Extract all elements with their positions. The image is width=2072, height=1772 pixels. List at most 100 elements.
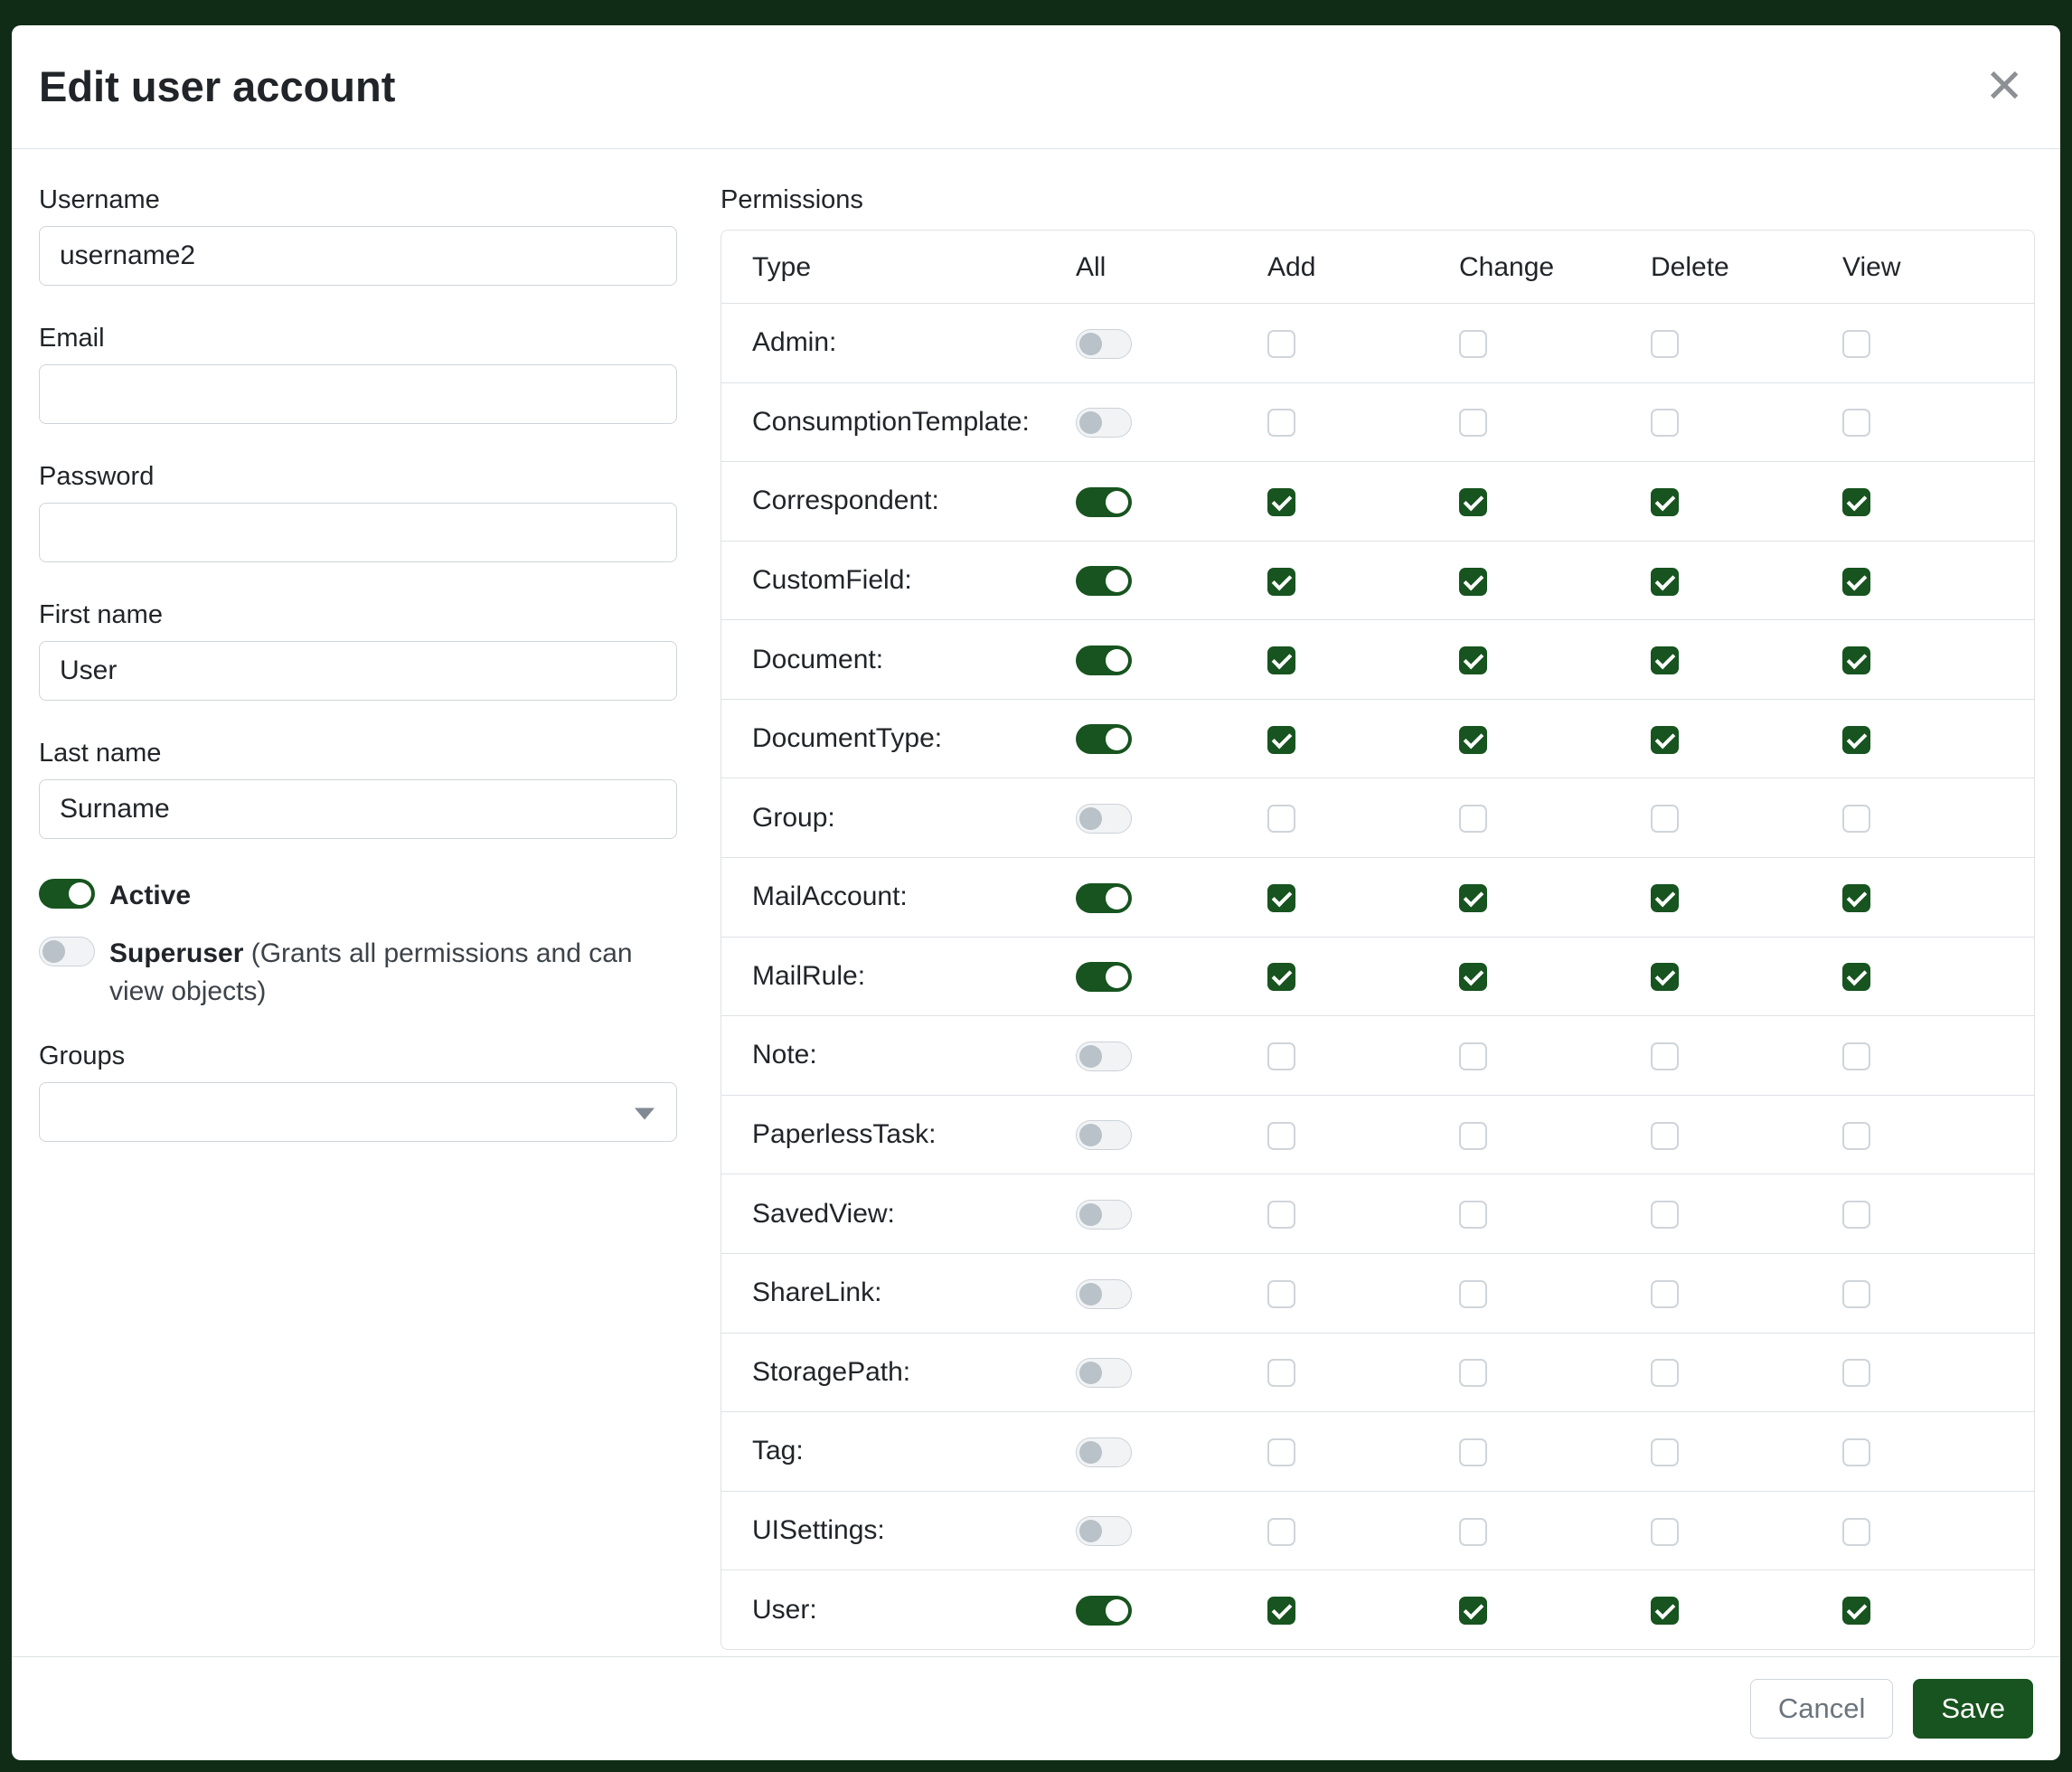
permission-checkbox-add[interactable] <box>1267 1597 1295 1625</box>
close-icon[interactable]: ✕ <box>1979 63 2030 110</box>
permission-checkbox-change[interactable] <box>1459 963 1487 991</box>
permission-checkbox-view[interactable] <box>1842 1122 1870 1150</box>
permission-toggle-all[interactable] <box>1076 646 1132 675</box>
permission-checkbox-add[interactable] <box>1267 568 1295 596</box>
permission-checkbox-change[interactable] <box>1459 1438 1487 1466</box>
permission-checkbox-view[interactable] <box>1842 1280 1870 1308</box>
email-input[interactable] <box>39 364 677 424</box>
permission-checkbox-add[interactable] <box>1267 1438 1295 1466</box>
permission-checkbox-delete[interactable] <box>1651 726 1679 754</box>
permission-toggle-all[interactable] <box>1076 724 1132 754</box>
permission-checkbox-change[interactable] <box>1459 1280 1487 1308</box>
permission-checkbox-view[interactable] <box>1842 1518 1870 1546</box>
permission-checkbox-delete[interactable] <box>1651 805 1679 833</box>
permission-checkbox-delete[interactable] <box>1651 330 1679 358</box>
permission-checkbox-view[interactable] <box>1842 1359 1870 1387</box>
permission-checkbox-change[interactable] <box>1459 884 1487 912</box>
permission-checkbox-delete[interactable] <box>1651 488 1679 516</box>
permission-checkbox-change[interactable] <box>1459 805 1487 833</box>
permission-checkbox-add[interactable] <box>1267 1122 1295 1150</box>
permission-toggle-all[interactable] <box>1076 1437 1132 1467</box>
permission-checkbox-delete[interactable] <box>1651 1201 1679 1229</box>
permission-checkbox-change[interactable] <box>1459 488 1487 516</box>
permission-checkbox-add[interactable] <box>1267 1201 1295 1229</box>
permission-checkbox-delete[interactable] <box>1651 1042 1679 1070</box>
permission-checkbox-add[interactable] <box>1267 488 1295 516</box>
permission-checkbox-change[interactable] <box>1459 1122 1487 1150</box>
permission-toggle-all[interactable] <box>1076 329 1132 359</box>
permission-checkbox-view[interactable] <box>1842 488 1870 516</box>
permission-toggle-all[interactable] <box>1076 1358 1132 1388</box>
permission-toggle-all[interactable] <box>1076 1200 1132 1230</box>
permission-checkbox-view[interactable] <box>1842 1438 1870 1466</box>
superuser-toggle[interactable] <box>39 937 95 966</box>
password-input[interactable] <box>39 503 677 562</box>
permission-toggle-all[interactable] <box>1076 1279 1132 1309</box>
permission-toggle-all[interactable] <box>1076 962 1132 992</box>
permission-checkbox-change[interactable] <box>1459 1518 1487 1546</box>
permission-checkbox-add[interactable] <box>1267 409 1295 437</box>
permission-checkbox-delete[interactable] <box>1651 1359 1679 1387</box>
permission-checkbox-add[interactable] <box>1267 726 1295 754</box>
active-toggle[interactable] <box>39 879 95 909</box>
modal-title: Edit user account <box>39 63 395 110</box>
permission-checkbox-view[interactable] <box>1842 1042 1870 1070</box>
permission-checkbox-view[interactable] <box>1842 963 1870 991</box>
permission-checkbox-change[interactable] <box>1459 726 1487 754</box>
permission-checkbox-change[interactable] <box>1459 1042 1487 1070</box>
permission-row: StoragePath: <box>721 1333 2034 1412</box>
permission-checkbox-delete[interactable] <box>1651 963 1679 991</box>
groups-select[interactable] <box>39 1082 677 1142</box>
permission-checkbox-view[interactable] <box>1842 1597 1870 1625</box>
permission-checkbox-view[interactable] <box>1842 568 1870 596</box>
permission-checkbox-add[interactable] <box>1267 1359 1295 1387</box>
permission-checkbox-delete[interactable] <box>1651 1280 1679 1308</box>
permission-checkbox-view[interactable] <box>1842 409 1870 437</box>
permission-checkbox-delete[interactable] <box>1651 1518 1679 1546</box>
permission-checkbox-delete[interactable] <box>1651 884 1679 912</box>
permission-toggle-all[interactable] <box>1076 1596 1132 1626</box>
permission-checkbox-view[interactable] <box>1842 726 1870 754</box>
permission-checkbox-view[interactable] <box>1842 330 1870 358</box>
permission-checkbox-add[interactable] <box>1267 805 1295 833</box>
permissions-table-body: Admin:ConsumptionTemplate:Correspondent:… <box>721 304 2034 1649</box>
permission-checkbox-add[interactable] <box>1267 1042 1295 1070</box>
permission-checkbox-delete[interactable] <box>1651 409 1679 437</box>
permission-toggle-all[interactable] <box>1076 1120 1132 1150</box>
permission-checkbox-delete[interactable] <box>1651 646 1679 674</box>
permission-checkbox-view[interactable] <box>1842 646 1870 674</box>
permission-toggle-all[interactable] <box>1076 408 1132 438</box>
permission-checkbox-delete[interactable] <box>1651 568 1679 596</box>
permission-checkbox-delete[interactable] <box>1651 1122 1679 1150</box>
permission-toggle-all[interactable] <box>1076 487 1132 517</box>
permission-checkbox-view[interactable] <box>1842 884 1870 912</box>
permission-checkbox-view[interactable] <box>1842 805 1870 833</box>
cancel-button[interactable]: Cancel <box>1750 1679 1894 1739</box>
permission-checkbox-change[interactable] <box>1459 409 1487 437</box>
permission-toggle-all[interactable] <box>1076 804 1132 834</box>
username-input[interactable] <box>39 226 677 286</box>
first-name-input[interactable] <box>39 641 677 701</box>
permission-checkbox-change[interactable] <box>1459 1359 1487 1387</box>
permission-checkbox-delete[interactable] <box>1651 1597 1679 1625</box>
permission-checkbox-change[interactable] <box>1459 646 1487 674</box>
permission-checkbox-add[interactable] <box>1267 884 1295 912</box>
permission-toggle-all[interactable] <box>1076 1516 1132 1546</box>
permission-checkbox-change[interactable] <box>1459 330 1487 358</box>
permission-checkbox-add[interactable] <box>1267 1518 1295 1546</box>
save-button[interactable]: Save <box>1913 1679 2033 1739</box>
permission-checkbox-add[interactable] <box>1267 1280 1295 1308</box>
permission-toggle-all[interactable] <box>1076 883 1132 913</box>
permission-checkbox-change[interactable] <box>1459 1201 1487 1229</box>
permission-toggle-all[interactable] <box>1076 1042 1132 1071</box>
active-switch-row: Active <box>39 877 677 915</box>
permission-toggle-all[interactable] <box>1076 566 1132 596</box>
last-name-input[interactable] <box>39 779 677 839</box>
permission-checkbox-view[interactable] <box>1842 1201 1870 1229</box>
permission-checkbox-change[interactable] <box>1459 1597 1487 1625</box>
permission-checkbox-change[interactable] <box>1459 568 1487 596</box>
permission-checkbox-delete[interactable] <box>1651 1438 1679 1466</box>
permission-checkbox-add[interactable] <box>1267 330 1295 358</box>
permission-checkbox-add[interactable] <box>1267 646 1295 674</box>
permission-checkbox-add[interactable] <box>1267 963 1295 991</box>
